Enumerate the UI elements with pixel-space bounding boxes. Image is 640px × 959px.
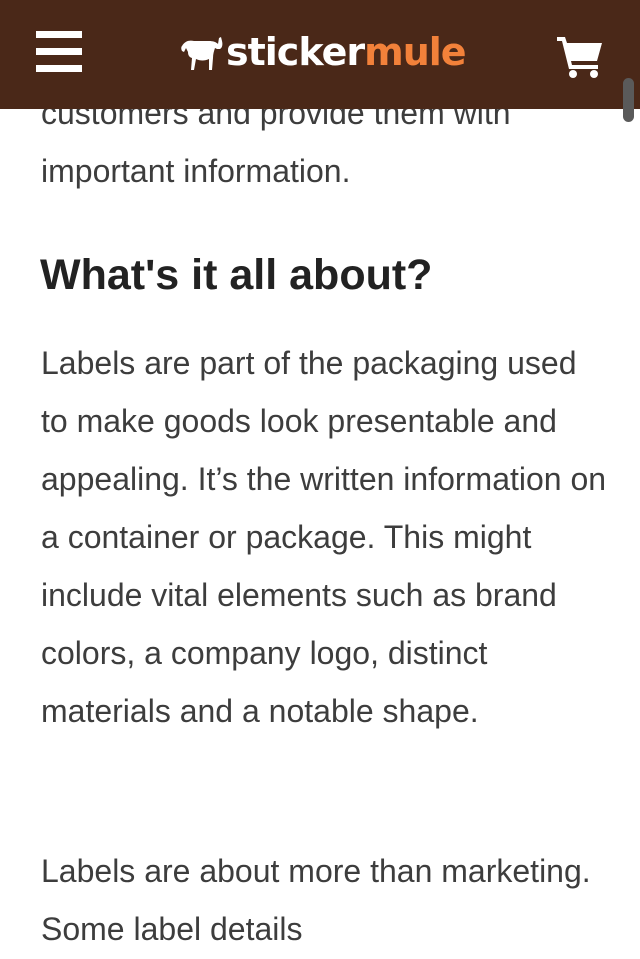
article-paragraph: Labels are part of the packaging used to… bbox=[41, 345, 607, 729]
top-navigation-bar: stickermule bbox=[0, 0, 640, 109]
scrollbar-thumb[interactable] bbox=[623, 78, 634, 122]
article-content: customers and provide them with importan… bbox=[0, 0, 640, 959]
hamburger-menu-icon[interactable] bbox=[36, 31, 82, 73]
mule-icon bbox=[181, 37, 223, 70]
stickermule-logo[interactable]: stickermule bbox=[179, 26, 467, 78]
section-heading: What's it all about? bbox=[40, 251, 433, 299]
article-paragraph: Labels are about more than marketing. So… bbox=[41, 853, 591, 947]
shopping-cart-icon[interactable] bbox=[556, 35, 604, 79]
logo-wordmark: stickermule bbox=[226, 30, 467, 74]
